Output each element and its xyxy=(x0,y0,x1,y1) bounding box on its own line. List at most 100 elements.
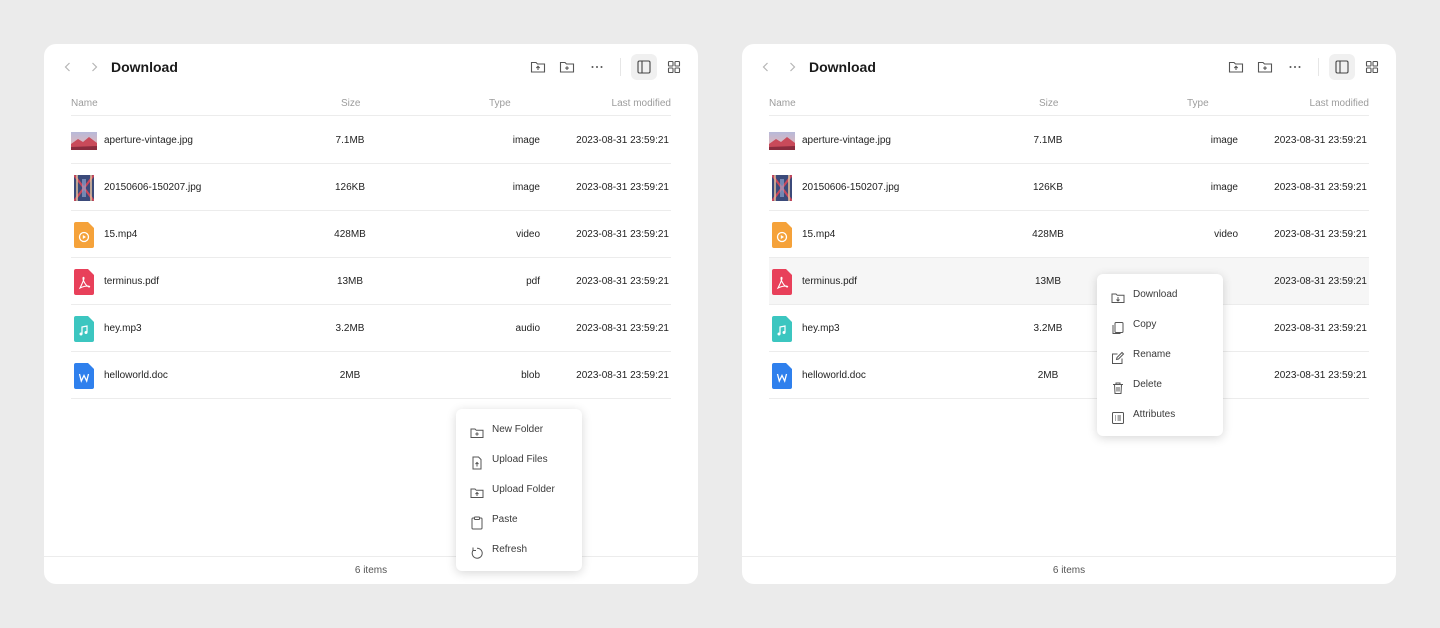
page-title: Download xyxy=(111,59,178,75)
table-row[interactable]: hey.mp3 3.2MB audio 2023-08-31 23:59:21 xyxy=(71,305,671,352)
file-name: helloworld.doc xyxy=(802,370,866,381)
column-header-type[interactable]: Type xyxy=(1187,98,1209,109)
word-file-icon xyxy=(769,363,795,389)
file-name: terminus.pdf xyxy=(104,276,160,287)
file-name: terminus.pdf xyxy=(802,276,858,287)
file-name: aperture-vintage.jpg xyxy=(104,135,193,146)
column-header-name[interactable]: Name xyxy=(769,98,796,109)
file-size: 3.2MB xyxy=(335,323,365,334)
grid-view-toggle[interactable] xyxy=(664,57,684,77)
file-size: 428MB xyxy=(334,229,366,240)
table-row[interactable]: helloworld.doc 2MB blob 2023-08-31 23:59… xyxy=(71,352,671,399)
context-menu-file: Download Copy Rename Delete Attributes xyxy=(1097,274,1223,436)
file-size: 7.1MB xyxy=(335,135,365,146)
upload-folder-button[interactable] xyxy=(528,57,548,77)
menu-item-new-folder[interactable]: New Folder xyxy=(456,415,582,445)
toolbar: Download xyxy=(44,44,698,90)
column-header-name[interactable]: Name xyxy=(71,98,98,109)
item-count: 6 items xyxy=(44,556,698,584)
file-modified: 2023-08-31 23:59:21 xyxy=(576,276,669,287)
image-thumbnail xyxy=(71,129,97,153)
chevron-left-icon xyxy=(64,62,70,72)
file-type: image xyxy=(512,182,540,193)
forward-button[interactable] xyxy=(85,58,103,76)
list-view-toggle[interactable] xyxy=(1329,54,1355,80)
menu-item-label: Attributes xyxy=(1133,409,1176,420)
file-modified: 2023-08-31 23:59:21 xyxy=(576,182,669,193)
file-modified: 2023-08-31 23:59:21 xyxy=(576,135,669,146)
table-row[interactable]: aperture-vintage.jpg 7.1MB image 2023-08… xyxy=(71,117,671,164)
toolbar-divider xyxy=(1318,58,1319,76)
file-size: 7.1MB xyxy=(1033,135,1063,146)
file-browser-panel-right: Download Name Size Type Last modified ap… xyxy=(742,44,1396,584)
grid-icon xyxy=(1365,60,1379,74)
back-button[interactable] xyxy=(757,58,775,76)
image-thumbnail xyxy=(769,129,795,153)
word-file-icon xyxy=(71,363,97,389)
file-size: 13MB xyxy=(336,276,364,287)
grid-view-toggle[interactable] xyxy=(1362,57,1382,77)
more-button[interactable] xyxy=(587,57,607,77)
menu-item-rename[interactable]: Rename xyxy=(1097,340,1223,370)
file-modified: 2023-08-31 23:59:21 xyxy=(1274,229,1367,240)
menu-item-attributes[interactable]: Attributes xyxy=(1097,400,1223,430)
new-folder-button[interactable] xyxy=(557,57,577,77)
trash-icon xyxy=(1111,378,1125,394)
file-modified: 2023-08-31 23:59:21 xyxy=(576,229,669,240)
table-header: Name Size Type Last modified xyxy=(769,94,1369,116)
file-name: helloworld.doc xyxy=(104,370,168,381)
pdf-file-icon xyxy=(769,269,795,295)
column-header-modified[interactable]: Last modified xyxy=(612,98,671,109)
new-folder-icon xyxy=(470,423,484,438)
new-folder-button[interactable] xyxy=(1255,57,1275,77)
file-browser-panel-left: Download Name Size Type Last modified ap… xyxy=(44,44,698,584)
menu-item-copy[interactable]: Copy xyxy=(1097,310,1223,340)
table-row[interactable]: 15.mp4 428MB video 2023-08-31 23:59:21 xyxy=(71,211,671,258)
file-type: video xyxy=(516,229,540,240)
new-folder-icon xyxy=(1257,61,1273,73)
refresh-icon xyxy=(470,543,484,559)
back-button[interactable] xyxy=(59,58,77,76)
column-header-type[interactable]: Type xyxy=(489,98,511,109)
menu-item-refresh[interactable]: Refresh xyxy=(456,535,582,565)
file-modified: 2023-08-31 23:59:21 xyxy=(1274,323,1367,334)
column-header-modified[interactable]: Last modified xyxy=(1310,98,1369,109)
forward-button[interactable] xyxy=(783,58,801,76)
sidebar-layout-icon xyxy=(637,60,651,74)
item-count: 6 items xyxy=(742,556,1396,584)
menu-item-label: Copy xyxy=(1133,319,1157,330)
column-header-size[interactable]: Size xyxy=(341,98,360,109)
more-button[interactable] xyxy=(1285,57,1305,77)
table-row-selected[interactable]: terminus.pdf 13MB 2023-08-31 23:59:21 xyxy=(769,258,1369,305)
table-row[interactable]: helloworld.doc 2MB 2023-08-31 23:59:21 xyxy=(769,352,1369,399)
table-row[interactable]: 20150606-150207.jpg 126KB image 2023-08-… xyxy=(71,164,671,211)
file-modified: 2023-08-31 23:59:21 xyxy=(576,370,669,381)
list-view-toggle[interactable] xyxy=(631,54,657,80)
upload-folder-icon xyxy=(530,61,546,73)
image-thumbnail xyxy=(71,175,97,201)
file-name: 15.mp4 xyxy=(802,229,836,240)
upload-folder-icon xyxy=(1228,61,1244,73)
video-file-icon xyxy=(71,222,97,248)
menu-item-upload-files[interactable]: Upload Files xyxy=(456,445,582,475)
table-row[interactable]: terminus.pdf 13MB pdf 2023-08-31 23:59:2… xyxy=(71,258,671,305)
table-row[interactable]: hey.mp3 3.2MB 2023-08-31 23:59:21 xyxy=(769,305,1369,352)
menu-item-delete[interactable]: Delete xyxy=(1097,370,1223,400)
column-header-size[interactable]: Size xyxy=(1039,98,1058,109)
video-file-icon xyxy=(769,222,795,248)
attributes-icon xyxy=(1111,408,1125,424)
menu-item-label: Delete xyxy=(1133,379,1162,390)
upload-folder-button[interactable] xyxy=(1226,57,1246,77)
edit-icon xyxy=(1111,348,1125,364)
table-row[interactable]: 20150606-150207.jpg 126KB image 2023-08-… xyxy=(769,164,1369,211)
table-row[interactable]: aperture-vintage.jpg 7.1MB image 2023-08… xyxy=(769,117,1369,164)
menu-item-upload-folder[interactable]: Upload Folder xyxy=(456,475,582,505)
image-thumbnail xyxy=(769,175,795,201)
table-row[interactable]: 15.mp4 428MB video 2023-08-31 23:59:21 xyxy=(769,211,1369,258)
file-size: 126KB xyxy=(1032,182,1064,193)
menu-item-download[interactable]: Download xyxy=(1097,280,1223,310)
file-modified: 2023-08-31 23:59:21 xyxy=(576,323,669,334)
menu-item-label: Paste xyxy=(492,514,518,525)
file-name: 20150606-150207.jpg xyxy=(104,182,202,193)
menu-item-paste[interactable]: Paste xyxy=(456,505,582,535)
